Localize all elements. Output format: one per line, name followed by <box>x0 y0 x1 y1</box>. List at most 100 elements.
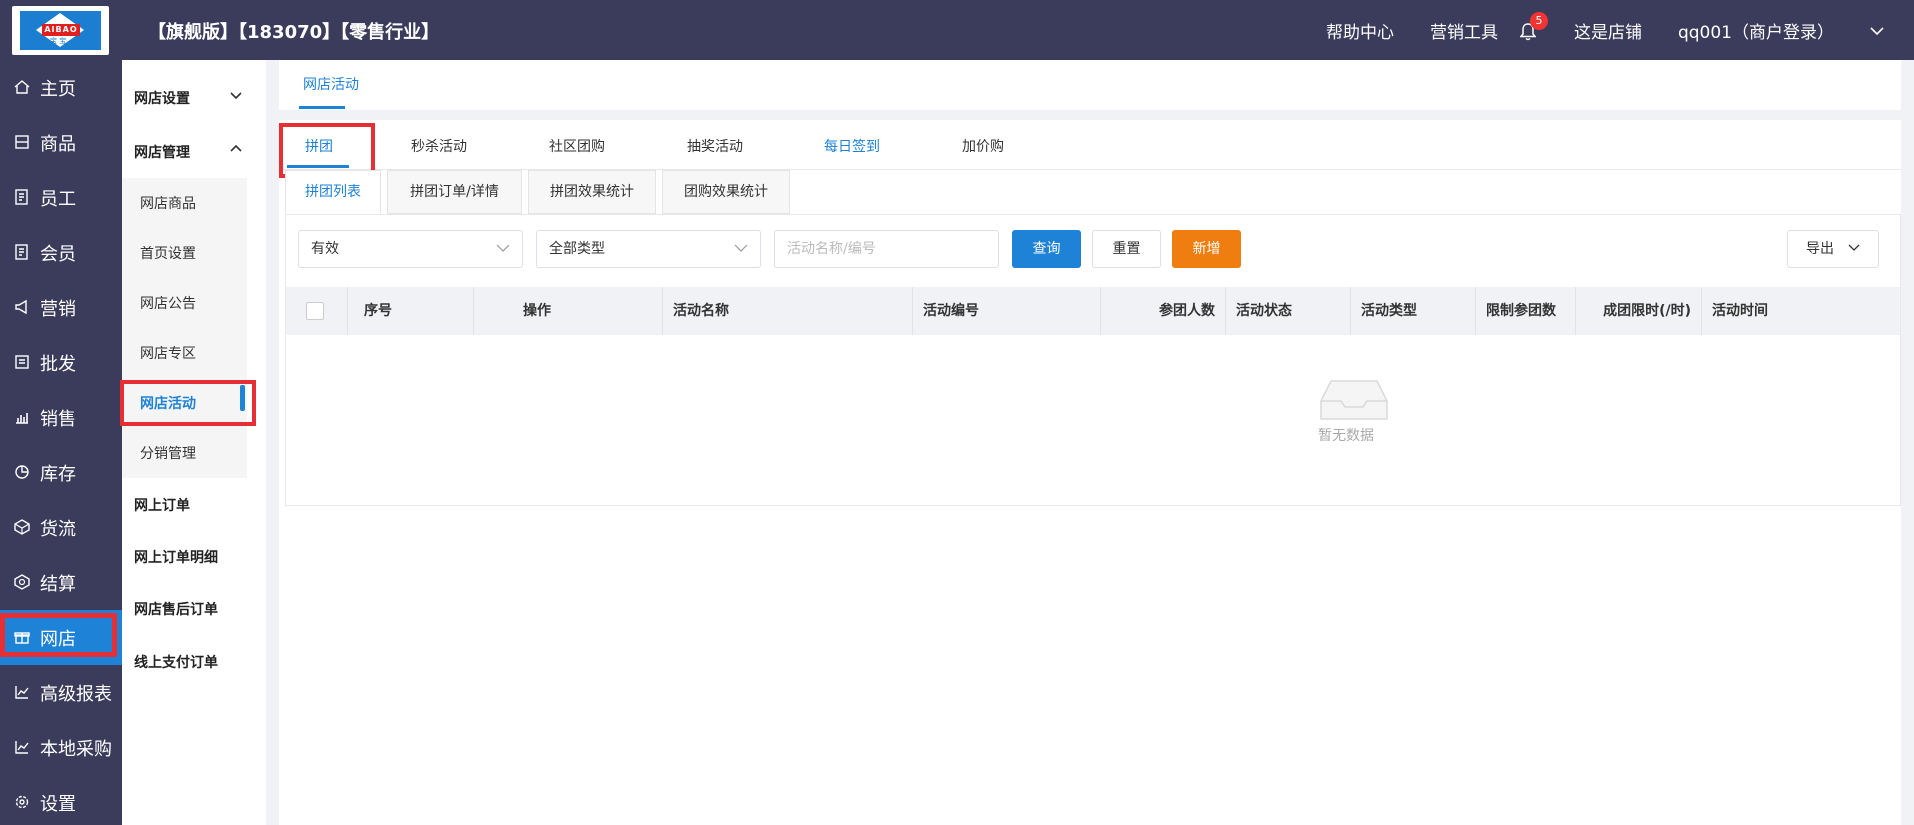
nav-item-reports[interactable]: 高级报表 <box>0 665 122 720</box>
tab-purchase-stats[interactable]: 团购效果统计 <box>662 170 790 214</box>
nav-item-sales[interactable]: 销售 <box>0 390 122 445</box>
nav-label: 销售 <box>40 408 76 430</box>
tab-group-stats[interactable]: 拼团效果统计 <box>528 170 656 214</box>
column-header: 成团限时(/时) <box>1576 287 1702 335</box>
activity-tabs: 拼团 秒杀活动 社区团购 抽奖活动 每日签到 加价购 <box>279 120 1901 178</box>
bell-icon[interactable]: 5 <box>1518 11 1548 41</box>
nav-label: 商品 <box>40 133 76 155</box>
empty-box-icon <box>1319 375 1389 427</box>
help-center-link[interactable]: 帮助中心 <box>1326 18 1394 43</box>
tab-flash-sale[interactable]: 秒杀活动 <box>411 136 467 156</box>
status-select[interactable]: 有效 <box>298 230 523 268</box>
nav-label: 员工 <box>40 188 76 210</box>
store-link[interactable]: 这是店铺 <box>1574 18 1642 43</box>
query-area: 有效 全部类型 活动名称/编号 查询 重置 新增 导出 序号 操作 活动名称 活… <box>285 214 1901 506</box>
logo-text: AIBAO <box>42 24 80 36</box>
notification-badge: 5 <box>1529 11 1548 30</box>
query-button[interactable]: 查询 <box>1012 230 1081 268</box>
column-header: 活动状态 <box>1226 287 1351 335</box>
nav-item-home[interactable]: 主页 <box>0 60 122 115</box>
column-header: 活动类型 <box>1351 287 1476 335</box>
nav-label: 高级报表 <box>40 683 112 705</box>
chevron-down-icon[interactable] <box>1870 21 1884 41</box>
submenu-item-store-goods[interactable]: 网店商品 <box>140 193 196 213</box>
highlight-box <box>120 380 256 426</box>
flow-icon <box>14 518 32 537</box>
submenu-item-distribution[interactable]: 分销管理 <box>140 443 196 463</box>
staff-icon <box>14 188 32 207</box>
export-label: 导出 <box>1806 241 1834 257</box>
tab-community-group[interactable]: 社区团购 <box>549 136 605 156</box>
submenu-link-aftersale[interactable]: 网店售后订单 <box>134 599 218 619</box>
nav-item-member[interactable]: 会员 <box>0 225 122 280</box>
column-header: 操作 <box>412 287 663 335</box>
column-header: 参团人数 <box>1101 287 1226 335</box>
select-all-checkbox[interactable] <box>306 302 324 320</box>
nav-item-local-purchase[interactable]: 本地采购 <box>0 720 122 775</box>
nav-label: 批发 <box>40 353 76 375</box>
submenu-group-label: 网店管理 <box>134 145 190 161</box>
gear-icon <box>14 794 32 812</box>
nav-item-flow[interactable]: 货流 <box>0 500 122 555</box>
nav-item-goods[interactable]: 商品 <box>0 115 122 170</box>
column-header: 活动时间 <box>1712 303 1768 319</box>
submenu-item-home-settings[interactable]: 首页设置 <box>140 243 196 263</box>
reset-button[interactable]: 重置 <box>1092 230 1161 268</box>
nav-item-inventory[interactable]: 库存 <box>0 445 122 500</box>
column-header: 限制参团数 <box>1476 287 1576 335</box>
edition-title: 【旗舰版】【183070】【零售行业】 <box>148 22 440 43</box>
nav-label: 货流 <box>40 518 76 540</box>
tab-daily-checkin[interactable]: 每日签到 <box>824 136 880 156</box>
line-chart-icon <box>14 684 32 702</box>
submenu-link-orders[interactable]: 网上订单 <box>134 495 190 515</box>
megaphone-icon <box>14 299 32 317</box>
submenu-item-announcement[interactable]: 网店公告 <box>140 293 196 313</box>
chevron-down-icon <box>230 88 242 104</box>
column-header: 活动编号 <box>913 287 1101 335</box>
pie-icon <box>14 464 32 482</box>
nav-label: 结算 <box>40 573 76 595</box>
nav-item-settlement[interactable]: 结算 <box>0 555 122 610</box>
goods-icon <box>14 134 32 152</box>
search-input[interactable]: 活动名称/编号 <box>774 230 999 268</box>
tab-group-orders[interactable]: 拼团订单/详情 <box>387 170 522 214</box>
nav-item-staff[interactable]: 员工 <box>0 170 122 225</box>
chevron-down-icon <box>496 231 510 267</box>
highlight-box <box>0 613 117 657</box>
logo[interactable]: AIBAO 宝 宝 <box>12 6 109 55</box>
top-bar: AIBAO 宝 宝 【旗舰版】【183070】【零售行业】 帮助中心 营销工具 … <box>0 0 1914 60</box>
user-menu[interactable]: qq001（商户登录） <box>1678 18 1834 43</box>
top-right-menu: 帮助中心 营销工具 5 这是店铺 qq001（商户登录） <box>1290 11 1884 43</box>
nav-item-marketing[interactable]: 营销 <box>0 280 122 335</box>
chevron-down-icon <box>1848 231 1860 267</box>
nav-item-wholesale[interactable]: 批发 <box>0 335 122 390</box>
nav-label: 主页 <box>40 78 76 100</box>
export-button[interactable]: 导出 <box>1787 230 1879 268</box>
select-all-cell <box>286 287 348 335</box>
table-header: 序号 操作 活动名称 活动编号 参团人数 活动状态 活动类型 限制参团数 成团限… <box>286 287 1900 335</box>
nav-label: 本地采购 <box>40 738 112 760</box>
submenu-link-order-details[interactable]: 网上订单明细 <box>134 547 218 567</box>
main-panel: 拼团 秒杀活动 社区团购 抽奖活动 每日签到 加价购 拼团列表 拼团订单/详情 … <box>279 120 1901 825</box>
tab-group-list[interactable]: 拼团列表 <box>285 170 381 214</box>
column-header: 活动名称 <box>663 287 913 335</box>
logo-sub: 宝 宝 <box>50 37 67 45</box>
nav-item-webstore[interactable]: 网店 <box>0 610 122 665</box>
nav-item-settings[interactable]: 设置 <box>0 775 122 825</box>
chevron-up-icon <box>230 142 242 158</box>
tab-store-activities[interactable]: 网店活动 <box>303 74 359 94</box>
settle-icon <box>14 573 32 592</box>
type-select[interactable]: 全部类型 <box>536 230 761 268</box>
status-select-value: 有效 <box>311 241 339 257</box>
tab-add-on-purchase[interactable]: 加价购 <box>962 136 1004 156</box>
empty-text: 暂无数据 <box>1318 428 1374 444</box>
add-button[interactable]: 新增 <box>1172 230 1241 268</box>
submenu-link-online-pay[interactable]: 线上支付订单 <box>134 652 218 672</box>
submenu-group-manage[interactable]: 网店管理 <box>134 142 242 162</box>
submenu-item-zone[interactable]: 网店专区 <box>140 343 196 363</box>
chevron-down-icon <box>734 231 748 267</box>
tab-lottery[interactable]: 抽奖活动 <box>687 136 743 156</box>
marketing-tools-link[interactable]: 营销工具 <box>1430 18 1498 43</box>
submenu-group-settings[interactable]: 网店设置 <box>134 88 242 108</box>
wholesale-icon <box>14 354 32 372</box>
